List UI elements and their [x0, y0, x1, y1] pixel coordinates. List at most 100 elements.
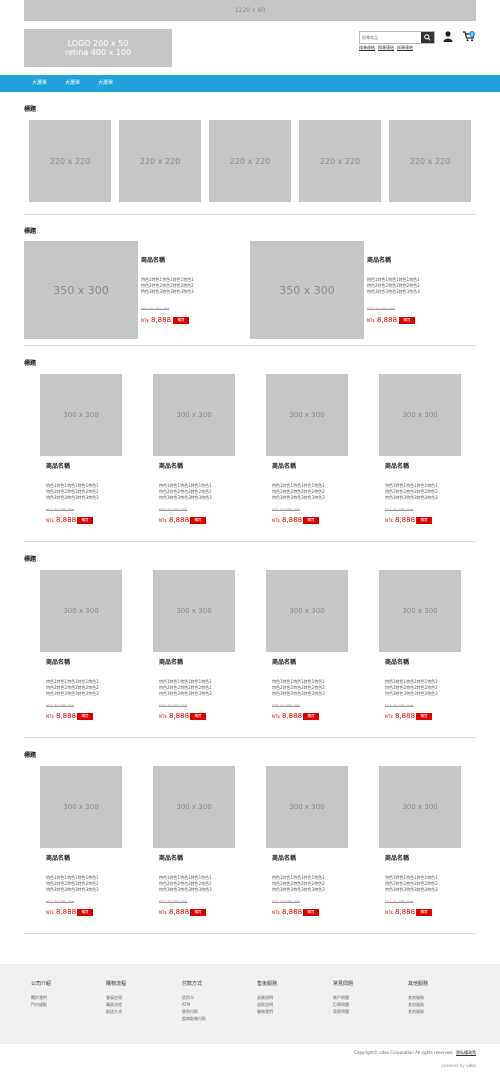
buy-button[interactable]: 購買 — [416, 517, 432, 524]
product-image[interactable]: 300 x 300 — [266, 766, 348, 848]
product-name[interactable]: 商品名稱 — [159, 853, 183, 862]
product-image[interactable]: 300 x 300 — [379, 570, 461, 652]
buy-button[interactable]: 購買 — [77, 713, 93, 720]
product-name[interactable]: 商品名稱 — [385, 657, 409, 666]
buy-button[interactable]: 購買 — [77, 909, 93, 916]
logo-line2: retina 400 x 100 — [64, 48, 132, 57]
quick-link[interactable]: 搜尋連結 — [359, 45, 375, 51]
footer-link[interactable]: 會員註冊 — [106, 994, 126, 1001]
footer-link[interactable]: ATM — [182, 1001, 206, 1008]
buy-button[interactable]: 購買 — [77, 517, 93, 524]
original-price: NT$ 99,999,999 — [272, 704, 301, 708]
featured-image[interactable]: 350 x 300 — [24, 241, 138, 339]
product-image[interactable]: 300 x 300 — [153, 766, 235, 848]
powered-by: powered by uitox — [441, 1063, 476, 1068]
product-features: 特色1特色1特色1特色1特色1 特色2特色2特色2特色2特色2 特色3特色3特色… — [385, 483, 438, 500]
price-value: 8,888 — [394, 712, 416, 720]
footer-link[interactable]: 退款說明 — [257, 1001, 277, 1008]
footer-link[interactable]: 其他服務 — [408, 1008, 428, 1015]
footer-link[interactable]: 關於我們 — [31, 994, 51, 1001]
category-image[interactable]: 220 x 220 — [29, 120, 111, 202]
footer-link[interactable]: 超商取貨付款 — [182, 1015, 206, 1022]
buy-button[interactable]: 購買 — [190, 517, 206, 524]
buy-button[interactable]: 購買 — [303, 713, 319, 720]
buy-button[interactable]: 購買 — [416, 713, 432, 720]
footer-link[interactable]: 其他服務 — [408, 1001, 428, 1008]
nav-item[interactable]: 大選單 — [98, 75, 113, 92]
original-price: NT$ 99,999,999 — [159, 704, 188, 708]
product-features: 特色1特色1特色1特色1特色1 特色2特色2特色2特色2特色2 特色3特色3特色… — [46, 875, 99, 892]
quick-link[interactable]: 搜尋連結 — [397, 45, 413, 51]
buy-button[interactable]: 購買 — [173, 317, 189, 324]
product-image[interactable]: 300 x 300 — [379, 374, 461, 456]
product-image[interactable]: 300 x 300 — [40, 766, 122, 848]
product-features: 特色1特色1特色1特色1特色1 特色2特色2特色2特色2特色2 特色3特色3特色… — [272, 679, 325, 696]
product-name[interactable]: 商品名稱 — [46, 853, 70, 862]
product-name[interactable]: 商品名稱 — [385, 461, 409, 470]
product-name[interactable]: 商品名稱 — [159, 657, 183, 666]
footer-link[interactable]: 購買流程 — [106, 1001, 126, 1008]
product-name[interactable]: 商品名稱 — [272, 461, 296, 470]
sale-price: NT$ 8,888 — [272, 516, 302, 524]
footer-link[interactable]: 其他服務 — [408, 994, 428, 1001]
footer-column: 購物流程 會員註冊 購買流程 配送方式 — [106, 980, 126, 1015]
buy-button[interactable]: 購買 — [190, 713, 206, 720]
product-image[interactable]: 300 x 300 — [266, 570, 348, 652]
buy-button[interactable]: 購買 — [190, 909, 206, 916]
footer-link[interactable]: 發票問題 — [333, 1008, 353, 1015]
logo[interactable]: LOGO 200 x 50 retina 400 x 100 — [24, 29, 172, 67]
category-image[interactable]: 220 x 220 — [299, 120, 381, 202]
product-name[interactable]: 商品名稱 — [46, 461, 70, 470]
price-value: 8,888 — [55, 516, 77, 524]
product-image[interactable]: 300 x 300 — [266, 374, 348, 456]
footer-link[interactable]: 信用卡 — [182, 994, 206, 1001]
price-value: 8,888 — [150, 316, 172, 324]
quick-link[interactable]: 搜尋連結 — [378, 45, 394, 51]
footer-link[interactable]: 門市據點 — [31, 1001, 51, 1008]
buy-button[interactable]: 購買 — [303, 909, 319, 916]
footer-link[interactable]: 配送方式 — [106, 1008, 126, 1015]
footer-link[interactable]: 訂單問題 — [333, 1001, 353, 1008]
footer-link[interactable]: 聯絡我們 — [257, 1008, 277, 1015]
currency: NT$ — [385, 518, 393, 523]
price-value: 8,888 — [394, 516, 416, 524]
search-input[interactable] — [360, 32, 421, 43]
featured-image[interactable]: 350 x 300 — [250, 241, 364, 339]
category-image[interactable]: 220 x 220 — [119, 120, 201, 202]
sale-price: NT$ 8,888 — [272, 908, 302, 916]
product-name[interactable]: 商品名稱 — [272, 853, 296, 862]
section-title: 標題 — [24, 106, 37, 113]
category-image[interactable]: 220 x 220 — [389, 120, 471, 202]
top-banner: 1220 x 60 — [24, 0, 476, 21]
price-value: 8,888 — [168, 908, 190, 916]
product-features: 特色1特色1特色1特色1特色1 特色2特色2特色2特色2特色2 特色3特色3特色… — [46, 679, 99, 696]
privacy-link[interactable]: 隱私權政策 — [456, 1050, 476, 1056]
product-name[interactable]: 商品名稱 — [272, 657, 296, 666]
category-image[interactable]: 220 x 220 — [209, 120, 291, 202]
product-image[interactable]: 300 x 300 — [40, 570, 122, 652]
buy-button[interactable]: 購買 — [399, 317, 415, 324]
product-name[interactable]: 商品名稱 — [46, 657, 70, 666]
product-image[interactable]: 300 x 300 — [153, 570, 235, 652]
footer-link[interactable]: 退貨說明 — [257, 994, 277, 1001]
currency: NT$ — [272, 518, 280, 523]
product-name[interactable]: 商品名稱 — [385, 853, 409, 862]
nav-item[interactable]: 大選單 — [32, 75, 47, 92]
buy-button[interactable]: 購買 — [416, 909, 432, 916]
product-features: 特色1特色1特色1特色1特色1 特色2特色2特色2特色2特色2 特色3特色3特色… — [385, 875, 438, 892]
product-image[interactable]: 300 x 300 — [40, 374, 122, 456]
product-name[interactable]: 商品名稱 — [367, 255, 391, 264]
divider — [24, 345, 476, 346]
product-features: 特色1特色1特色1特色1特色1 特色2特色2特色2特色2特色2 特色3特色3特色… — [141, 277, 194, 294]
search-button[interactable] — [420, 32, 434, 43]
footer-link[interactable]: 帳戶問題 — [333, 994, 353, 1001]
product-image[interactable]: 300 x 300 — [379, 766, 461, 848]
buy-button[interactable]: 購買 — [303, 517, 319, 524]
user-icon[interactable] — [443, 31, 453, 42]
product-image[interactable]: 300 x 300 — [153, 374, 235, 456]
footer-link[interactable]: 貨到付款 — [182, 1008, 206, 1015]
product-name[interactable]: 商品名稱 — [159, 461, 183, 470]
section-title: 標題 — [24, 360, 37, 367]
nav-item[interactable]: 大選單 — [65, 75, 80, 92]
product-name[interactable]: 商品名稱 — [141, 255, 165, 264]
